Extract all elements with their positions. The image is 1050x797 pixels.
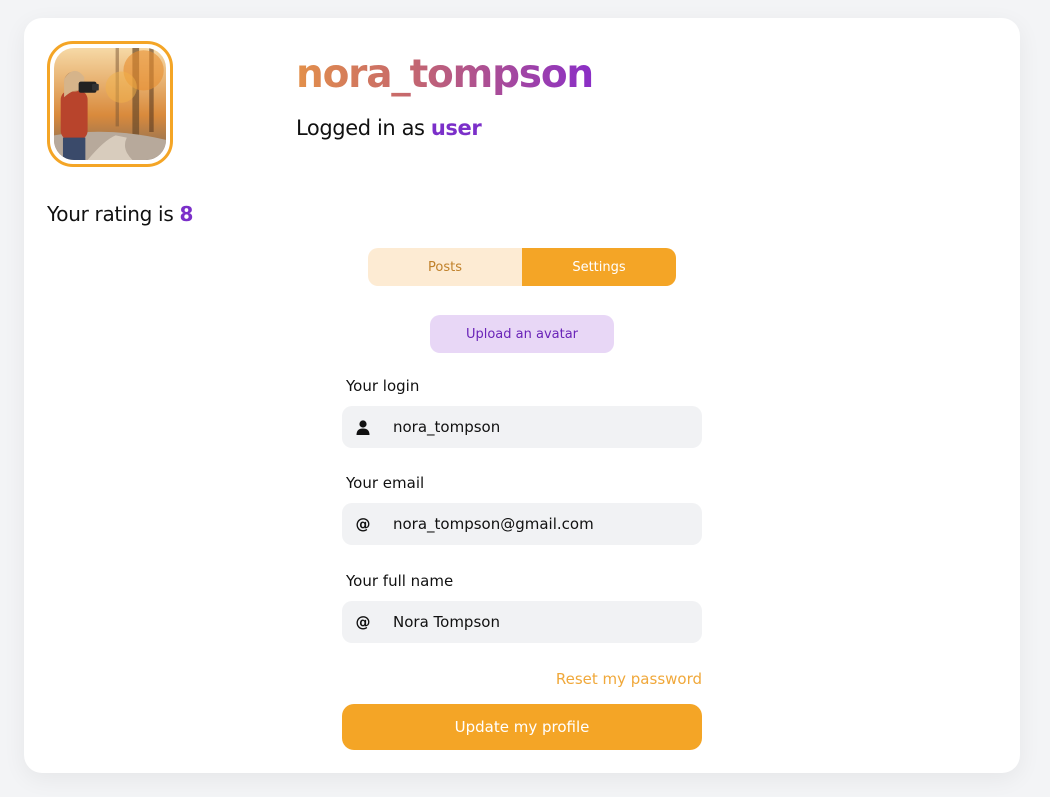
- avatar-frame: [47, 41, 173, 167]
- reset-password-link[interactable]: Reset my password: [556, 670, 702, 688]
- role-badge: user: [430, 116, 482, 140]
- tab-bar: Posts Settings: [368, 248, 676, 286]
- rating-value: 8: [179, 202, 194, 226]
- update-profile-button[interactable]: Update my profile: [342, 704, 702, 750]
- rating-text: Your rating is 8: [47, 202, 193, 226]
- full-name-field[interactable]: [393, 613, 693, 631]
- profile-card: Your rating is 8 nora_tompson Logged in …: [24, 18, 1020, 773]
- logged-in-text: Logged in as user: [296, 116, 482, 140]
- full-name-field-wrap: @: [342, 601, 702, 643]
- at-icon: @: [355, 515, 371, 533]
- login-field-wrap: [342, 406, 702, 448]
- page-title: nora_tompson: [296, 52, 594, 97]
- tab-settings[interactable]: Settings: [522, 248, 676, 286]
- user-icon: [342, 419, 384, 435]
- email-field[interactable]: [393, 515, 693, 533]
- avatar-photo: [54, 48, 166, 160]
- rating-prefix: Your rating is: [47, 202, 174, 226]
- login-field[interactable]: [393, 418, 693, 436]
- email-field-wrap: @: [342, 503, 702, 545]
- email-label: Your email: [346, 474, 425, 492]
- at-icon: @: [355, 613, 371, 631]
- logged-in-prefix: Logged in as: [296, 116, 425, 140]
- avatar: [54, 48, 166, 160]
- login-label: Your login: [346, 377, 420, 395]
- full-name-label: Your full name: [346, 572, 454, 590]
- tab-posts[interactable]: Posts: [368, 248, 522, 286]
- upload-avatar-button[interactable]: Upload an avatar: [430, 315, 614, 353]
